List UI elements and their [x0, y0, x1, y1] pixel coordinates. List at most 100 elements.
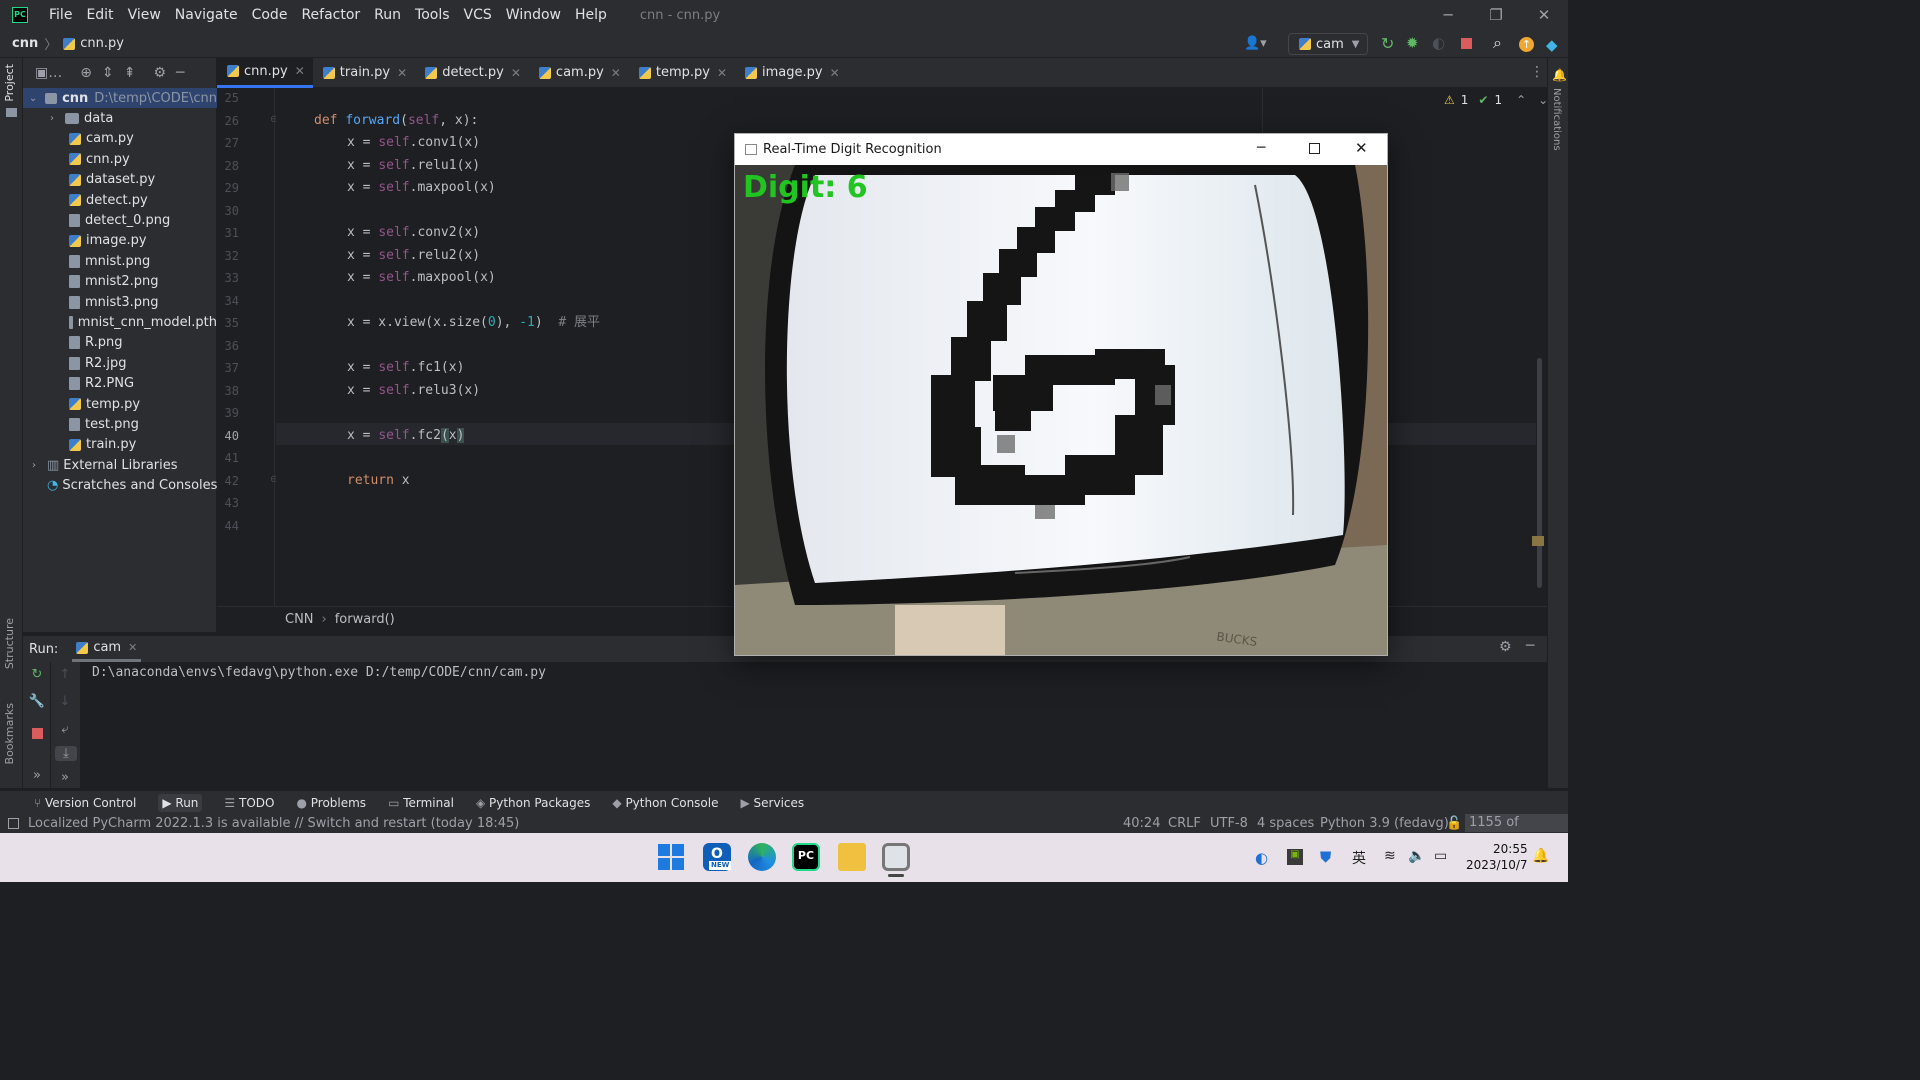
minimize-icon[interactable]: ─ — [1257, 140, 1265, 156]
user-icon[interactable]: 👤▾ — [1244, 36, 1267, 51]
tree-item-data[interactable]: › data — [23, 108, 217, 128]
search-icon[interactable]: ⌕ — [1493, 33, 1502, 53]
breadcrumb-class[interactable]: CNN — [285, 612, 314, 627]
project-tool-button[interactable]: Project — [3, 64, 16, 102]
menu-code[interactable]: Code — [245, 7, 295, 23]
wrench-icon[interactable]: 🔧 — [23, 694, 51, 709]
tree-item-detect[interactable]: detect.py — [23, 190, 217, 210]
tree-item-mnist3-png[interactable]: mnist3.png — [23, 292, 217, 312]
panel-toggle-icon[interactable] — [8, 817, 19, 829]
minimize-icon[interactable]: ─ — [1424, 0, 1472, 30]
menu-help[interactable]: Help — [568, 7, 614, 23]
rerun-icon[interactable]: ↻ — [1381, 34, 1394, 53]
line-separator[interactable]: CRLF — [1168, 816, 1201, 831]
tree-item-cnn[interactable]: cnn.py — [23, 149, 217, 169]
menu-view[interactable]: View — [121, 7, 168, 23]
clock-date[interactable]: 2023/10/7 — [1466, 858, 1528, 872]
inspection-widget[interactable]: ⚠ 1 ✔ 1 ⌃ ⌄ — [1444, 93, 1548, 107]
update-icon[interactable]: ↑ — [1519, 37, 1534, 52]
menu-file[interactable]: File — [42, 7, 79, 23]
chevron-right-icon[interactable]: › — [27, 460, 41, 471]
stop-icon[interactable] — [1461, 38, 1472, 49]
notifications-icon[interactable]: 🔔 — [1552, 68, 1567, 82]
chevron-right-icon[interactable]: › — [45, 113, 59, 124]
tree-item-test-png[interactable]: test.png — [23, 414, 217, 434]
camera-window[interactable]: Real-Time Digit Recognition ─ ✕ BUCKS Di… — [734, 133, 1388, 656]
notifications-tool-button[interactable]: Notifications — [1551, 88, 1562, 151]
outlook-icon[interactable]: O NEW — [703, 843, 732, 871]
breadcrumb-project[interactable]: cnn — [12, 36, 38, 51]
menu-navigate[interactable]: Navigate — [168, 7, 245, 23]
camera-app-taskbar-icon[interactable] — [882, 843, 910, 871]
tab-version-control[interactable]: ⑂ Version Control — [34, 796, 136, 810]
close-tab-icon[interactable]: ✕ — [128, 641, 137, 654]
tree-item-model-pth[interactable]: mnist_cnn_model.pth — [23, 312, 217, 332]
wifi-icon[interactable]: ≋ — [1384, 848, 1396, 864]
tab-train[interactable]: train.py ✕ — [313, 58, 415, 88]
tree-item-train[interactable]: train.py — [23, 435, 217, 455]
more-icon[interactable]: » — [51, 770, 79, 785]
caret-position[interactable]: 40:24 — [1123, 816, 1160, 831]
gear-icon[interactable]: ⚙ — [1499, 639, 1512, 655]
run-config-selector[interactable]: cam ▼ — [1288, 33, 1368, 55]
tree-item-mnist2-png[interactable]: mnist2.png — [23, 272, 217, 292]
project-view-icon[interactable]: ▣… — [35, 65, 62, 81]
tree-item-temp[interactable]: temp.py — [23, 394, 217, 414]
menu-run[interactable]: Run — [367, 7, 408, 23]
bookmarks-tool-button[interactable]: Bookmarks — [3, 703, 16, 764]
prev-highlight-icon[interactable]: ⌃ — [1516, 93, 1526, 107]
file-explorer-icon[interactable] — [838, 843, 866, 871]
editor-scrollbar[interactable] — [1537, 358, 1542, 588]
more-icon[interactable]: » — [23, 768, 51, 783]
tab-problems[interactable]: ● Problems — [296, 796, 366, 810]
restore-icon[interactable]: ❐ — [1472, 0, 1520, 30]
volume-icon[interactable]: 🔈 — [1408, 848, 1425, 864]
tab-image[interactable]: image.py ✕ — [735, 58, 848, 88]
locate-icon[interactable]: ⊕ — [80, 65, 92, 81]
structure-tool-button[interactable]: Structure — [3, 618, 16, 669]
tab-detect[interactable]: detect.py ✕ — [415, 58, 529, 88]
tree-item-r2-png-upper[interactable]: R2.PNG — [23, 373, 217, 393]
python-interpreter[interactable]: Python 3.9 (fedavg) — [1320, 816, 1449, 831]
menu-window[interactable]: Window — [499, 7, 568, 23]
tree-item-external-libraries[interactable]: › ▥ External Libraries — [23, 455, 217, 475]
close-tab-icon[interactable]: ✕ — [717, 66, 727, 80]
tree-root[interactable]: ⌄ cnn D:\temp\CODE\cnn — [23, 88, 217, 109]
plugin-icon[interactable]: ◆ — [1546, 36, 1558, 54]
run-tab-cam[interactable]: cam ✕ — [72, 636, 142, 662]
tree-item-dataset[interactable]: dataset.py — [23, 170, 217, 190]
tree-item-detect-0-png[interactable]: detect_0.png — [23, 210, 217, 230]
down-arrow-icon[interactable]: ↓ — [51, 694, 79, 709]
tree-item-image[interactable]: image.py — [23, 231, 217, 251]
input-method-indicator[interactable]: 英 — [1352, 848, 1366, 868]
soft-wrap-icon[interactable]: ⤶ — [51, 722, 79, 737]
breadcrumb-file[interactable]: cnn.py — [80, 36, 124, 51]
tab-python-console[interactable]: ◆ Python Console — [612, 796, 718, 810]
windows-start-icon[interactable] — [657, 843, 685, 871]
tree-item-r2-jpg[interactable]: R2.jpg — [23, 353, 217, 373]
memory-indicator[interactable]: 1155 of 1968M — [1465, 814, 1568, 848]
menu-refactor[interactable]: Refactor — [294, 7, 367, 23]
hide-panel-icon[interactable]: ─ — [1526, 638, 1534, 654]
tab-todo[interactable]: ☰ TODO — [224, 796, 274, 810]
tab-services[interactable]: ▶ Services — [740, 796, 804, 810]
status-message[interactable]: Localized PyCharm 2022.1.3 is available … — [28, 816, 519, 831]
maximize-icon[interactable] — [1309, 143, 1320, 154]
tree-item-mnist-png[interactable]: mnist.png — [23, 251, 217, 271]
clock-time[interactable]: 20:55 — [1493, 842, 1528, 856]
scroll-to-end-icon[interactable]: ⤓ — [55, 746, 77, 761]
menu-tools[interactable]: Tools — [408, 7, 457, 23]
menu-vcs[interactable]: VCS — [457, 7, 499, 23]
camera-window-titlebar[interactable]: Real-Time Digit Recognition ─ ✕ — [735, 134, 1387, 165]
warning-stripe-marker[interactable] — [1532, 536, 1544, 546]
security-shield-icon[interactable]: ⛊ — [1320, 848, 1331, 866]
edge-browser-icon[interactable] — [748, 843, 776, 871]
tab-python-packages[interactable]: ◈ Python Packages — [476, 796, 590, 810]
close-icon[interactable]: ✕ — [1355, 139, 1368, 157]
menu-edit[interactable]: Edit — [79, 7, 120, 23]
tab-run[interactable]: ▶ Run — [158, 793, 203, 812]
run-console[interactable]: D:\anaconda\envs\fedavg\python.exe D:/te… — [23, 662, 1547, 788]
close-tab-icon[interactable]: ✕ — [397, 66, 407, 80]
tab-cam[interactable]: cam.py ✕ — [529, 58, 629, 88]
defender-icon[interactable]: ◐ — [1255, 849, 1268, 867]
